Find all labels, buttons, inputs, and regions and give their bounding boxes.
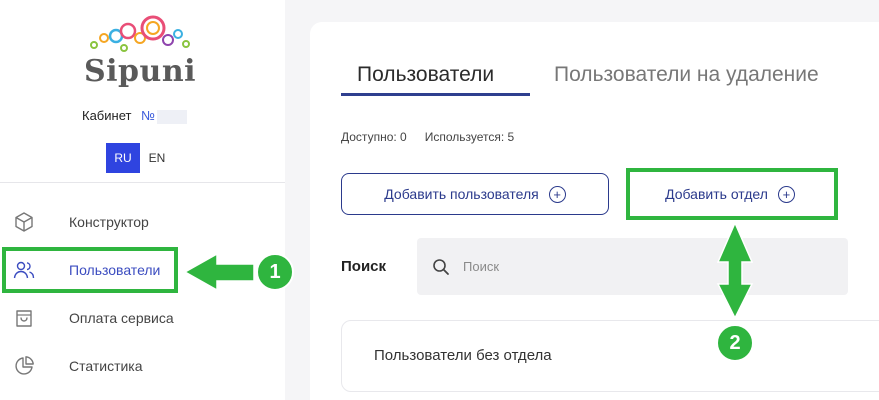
- cube-icon: [15, 212, 33, 232]
- available-count: Доступно: 0: [341, 130, 407, 144]
- add-user-label: Добавить пользователя: [384, 186, 539, 202]
- search-box[interactable]: [417, 238, 848, 295]
- active-tab-underline: [341, 93, 530, 96]
- pie-chart-icon: [15, 356, 34, 375]
- cabinet-number: №: [141, 108, 156, 123]
- group-unassigned[interactable]: Пользователи без отдела: [341, 320, 879, 392]
- sidebar-item-label: Оплата сервиса: [69, 310, 174, 326]
- sidebar-item-label: Статистика: [69, 358, 143, 374]
- department-highlight-frame: [626, 168, 838, 220]
- users-highlight-frame: [2, 247, 178, 293]
- lang-ru-button[interactable]: RU: [106, 143, 140, 173]
- cabinet-info: Кабинет №: [82, 108, 188, 124]
- tab-users-to-delete[interactable]: Пользователи на удаление: [554, 63, 819, 87]
- search-input[interactable]: [463, 238, 833, 295]
- lang-en-button[interactable]: EN: [140, 143, 174, 173]
- plus-circle-icon: +: [548, 185, 566, 203]
- logo-text: Sipuni: [84, 54, 197, 89]
- sidebar: Sipuni Кабинет № RU EN Конструктор Польз…: [0, 0, 285, 400]
- cabinet-label: Кабинет: [82, 108, 132, 123]
- tab-users[interactable]: Пользователи: [357, 63, 494, 87]
- sipuni-logo[interactable]: Sipuni: [80, 14, 204, 90]
- used-count: Используется: 5: [424, 130, 515, 144]
- add-user-button[interactable]: Добавить пользователя +: [341, 173, 609, 215]
- group-label: Пользователи без отдела: [374, 347, 552, 364]
- cabinet-number-mask: [157, 109, 188, 124]
- sidebar-item-billing[interactable]: Оплата сервиса: [0, 296, 285, 340]
- sidebar-item-label: Конструктор: [69, 214, 149, 230]
- shopping-bag-icon: [16, 310, 32, 327]
- annotation-badge-2: 2: [716, 324, 754, 362]
- sidebar-divider: [0, 182, 285, 183]
- sidebar-item-statistics[interactable]: Статистика: [0, 344, 285, 388]
- search-label: Поиск: [341, 258, 387, 275]
- sidebar-item-constructor[interactable]: Конструктор: [0, 200, 285, 244]
- search-icon: [433, 259, 449, 275]
- annotation-badge-1: 1: [256, 253, 294, 291]
- language-switcher: RU EN: [106, 143, 174, 173]
- license-stats: Доступно: 0 Используется: 5: [341, 130, 514, 144]
